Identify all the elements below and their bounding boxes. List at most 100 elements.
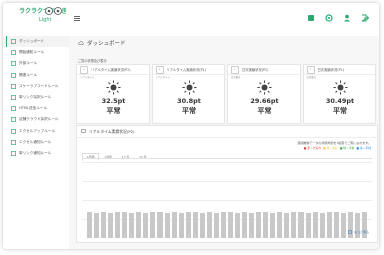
- card-badge: P: [80, 65, 88, 74]
- app-logo[interactable]: ラクラクつぶやき Light: [19, 6, 67, 32]
- bar-chart: [82, 162, 372, 238]
- chart-bar: [86, 212, 93, 238]
- chart-bar: [319, 212, 325, 238]
- card-title: リアルタイム実績状況(P2): [91, 68, 131, 72]
- chart-bar: [213, 212, 219, 238]
- card-title: 日次実績状況(P1): [317, 68, 344, 72]
- sidebar-item-html[interactable]: HTML送信ルール: [3, 103, 69, 114]
- cloud-icon: [78, 41, 84, 45]
- chart-bar: [220, 212, 226, 238]
- owl-icon: [45, 7, 62, 15]
- sidebar-item-external[interactable]: 外部ルール: [3, 58, 69, 69]
- sidebar-item-link-adopt[interactable]: 単リンク採択ルール: [3, 92, 69, 103]
- chart-bar: [227, 212, 234, 238]
- chart-bar: [115, 212, 121, 238]
- legend: ■ 赤 / 大荒れ ■ 黄 / 荒れ ■ 緑 / 平常 ■ 青 / 平穏: [304, 146, 371, 150]
- chart-bar: [206, 212, 212, 238]
- chart-bar: [263, 212, 269, 238]
- chart-bar: [347, 212, 353, 238]
- chart-bar: [178, 212, 184, 238]
- sun-icon: [257, 80, 272, 95]
- share-icon: [11, 151, 16, 156]
- sidebar-item-label: 外部ルール: [19, 61, 37, 66]
- sidebar-item-link-notify[interactable]: 単リンク通知ルール: [3, 148, 69, 159]
- mail-icon: [11, 139, 16, 145]
- card-subtitle: 日次集計: [306, 76, 317, 79]
- card-badge: P: [155, 65, 164, 74]
- user-icon[interactable]: [343, 14, 351, 22]
- chart-bar: [136, 212, 142, 238]
- top-icons: [307, 14, 369, 22]
- sidebar-item-label: エクセル通知ルール: [19, 139, 52, 144]
- chart-bar: [235, 212, 241, 238]
- main-content: ダッシュボード ご覧の状態及び表示 P リアルタイム実績状況(P2) リアルタイム…: [69, 36, 379, 249]
- status-card[interactable]: P 日次実績状況(P2) 日次集計 29.66pt 平常: [227, 64, 301, 124]
- panel-title: リアルタイム実績状況(P2): [89, 128, 135, 134]
- store-icon: [11, 117, 16, 123]
- tab-1month[interactable]: 1ヶ月: [117, 153, 134, 161]
- chart-bar: [291, 212, 297, 238]
- chart-bar: [249, 212, 255, 238]
- code-icon: [11, 83, 16, 89]
- chart-bar: [305, 212, 311, 238]
- sidebar-item-label: 単リンク通知ルール: [19, 150, 52, 155]
- sidebar-item-label: 単リンク採択ルール: [19, 95, 52, 100]
- notification-icon[interactable]: [307, 14, 315, 22]
- tab-1day[interactable]: 1日間: [82, 153, 100, 161]
- more-link[interactable]: もっと見る: [348, 230, 369, 234]
- top-bar: ラクラクつぶやき Light: [3, 3, 379, 36]
- card-status: 平常: [106, 107, 121, 115]
- html-icon: [11, 106, 16, 112]
- sidebar-item-dashboard[interactable]: ダッシュボード: [3, 36, 69, 48]
- chart-bar: [340, 212, 346, 238]
- page-title: ダッシュボード: [78, 39, 126, 47]
- sun-icon: [106, 80, 121, 95]
- status-card[interactable]: P リアルタイム実績状況(P2) リアルタイム 32.5pt 平常: [76, 64, 150, 124]
- sun-icon: [181, 80, 197, 95]
- range-tabs: 1日間 1週間 1ヶ月 3ヶ月: [82, 153, 152, 161]
- card-subtitle: 日次集計: [231, 76, 241, 79]
- chart-bar: [164, 212, 170, 238]
- legend-red: ■ 赤 / 大荒れ: [303, 146, 322, 150]
- menu-toggle-icon[interactable]: [74, 16, 80, 21]
- chart-bar: [157, 212, 163, 238]
- sidebar-item-scalable-code[interactable]: スケーラブコードルール: [3, 81, 69, 92]
- sidebar-item-label: 店舗クラウド採択ルール: [19, 117, 59, 122]
- legend-green: ■ 緑 / 平常: [339, 146, 355, 150]
- tab-3months[interactable]: 3ヶ月: [134, 153, 151, 161]
- tab-1week[interactable]: 1週間: [99, 153, 116, 161]
- chart-bar: [122, 212, 128, 238]
- chart-bar: [199, 212, 205, 238]
- sidebar-item-label: スケーラブコードルール: [19, 83, 59, 88]
- chart-bar: [277, 212, 283, 238]
- card-status: 平常: [257, 107, 272, 115]
- card-badge: P: [306, 65, 315, 74]
- sidebar-item-excel-notify[interactable]: エクセル通知ルール: [3, 137, 69, 148]
- chart-bar: [108, 212, 114, 238]
- chart-bar: [150, 212, 156, 238]
- chart-bar: [354, 212, 360, 238]
- settings-icon[interactable]: [325, 14, 333, 22]
- logout-icon[interactable]: [361, 14, 369, 22]
- card-badge: P: [231, 65, 239, 74]
- app-window: ラクラクつぶやき Light ダッシュボード 開始通知ルール 外部ルール 関連ル…: [3, 3, 379, 249]
- card-value: 30.8pt: [177, 97, 201, 105]
- sidebar-item-label: 開始通知ルール: [19, 50, 45, 55]
- chart-bar: [326, 212, 332, 238]
- chart-bar: [185, 212, 191, 238]
- chart-bar: [192, 212, 198, 238]
- card-title: 日次実績状況(P2): [242, 68, 269, 72]
- status-card[interactable]: P リアルタイム実績状況(P1) リアルタイム 30.8pt 平常: [151, 64, 225, 124]
- sidebar-item-excel-up[interactable]: エクセルアップルール: [3, 126, 69, 137]
- status-card[interactable]: P 日次実績状況(P1) 日次集計 30.49pt 平常: [302, 64, 376, 124]
- sun-icon: [332, 80, 348, 95]
- sidebar-item-label: 関連ルール: [19, 72, 37, 77]
- chart-bar: [171, 212, 177, 238]
- panel-header: リアルタイム実績状況(P2): [77, 126, 377, 138]
- excel-icon: [11, 128, 16, 134]
- chart-bar: [242, 212, 248, 238]
- sidebar-item-store-cloud[interactable]: 店舗クラウド採択ルール: [3, 114, 69, 125]
- sidebar-item-related[interactable]: 関連ルール: [3, 70, 69, 81]
- sidebar-item-start-notify[interactable]: 開始通知ルール: [3, 47, 69, 58]
- legend-yellow: ■ 黄 / 荒れ: [323, 146, 338, 150]
